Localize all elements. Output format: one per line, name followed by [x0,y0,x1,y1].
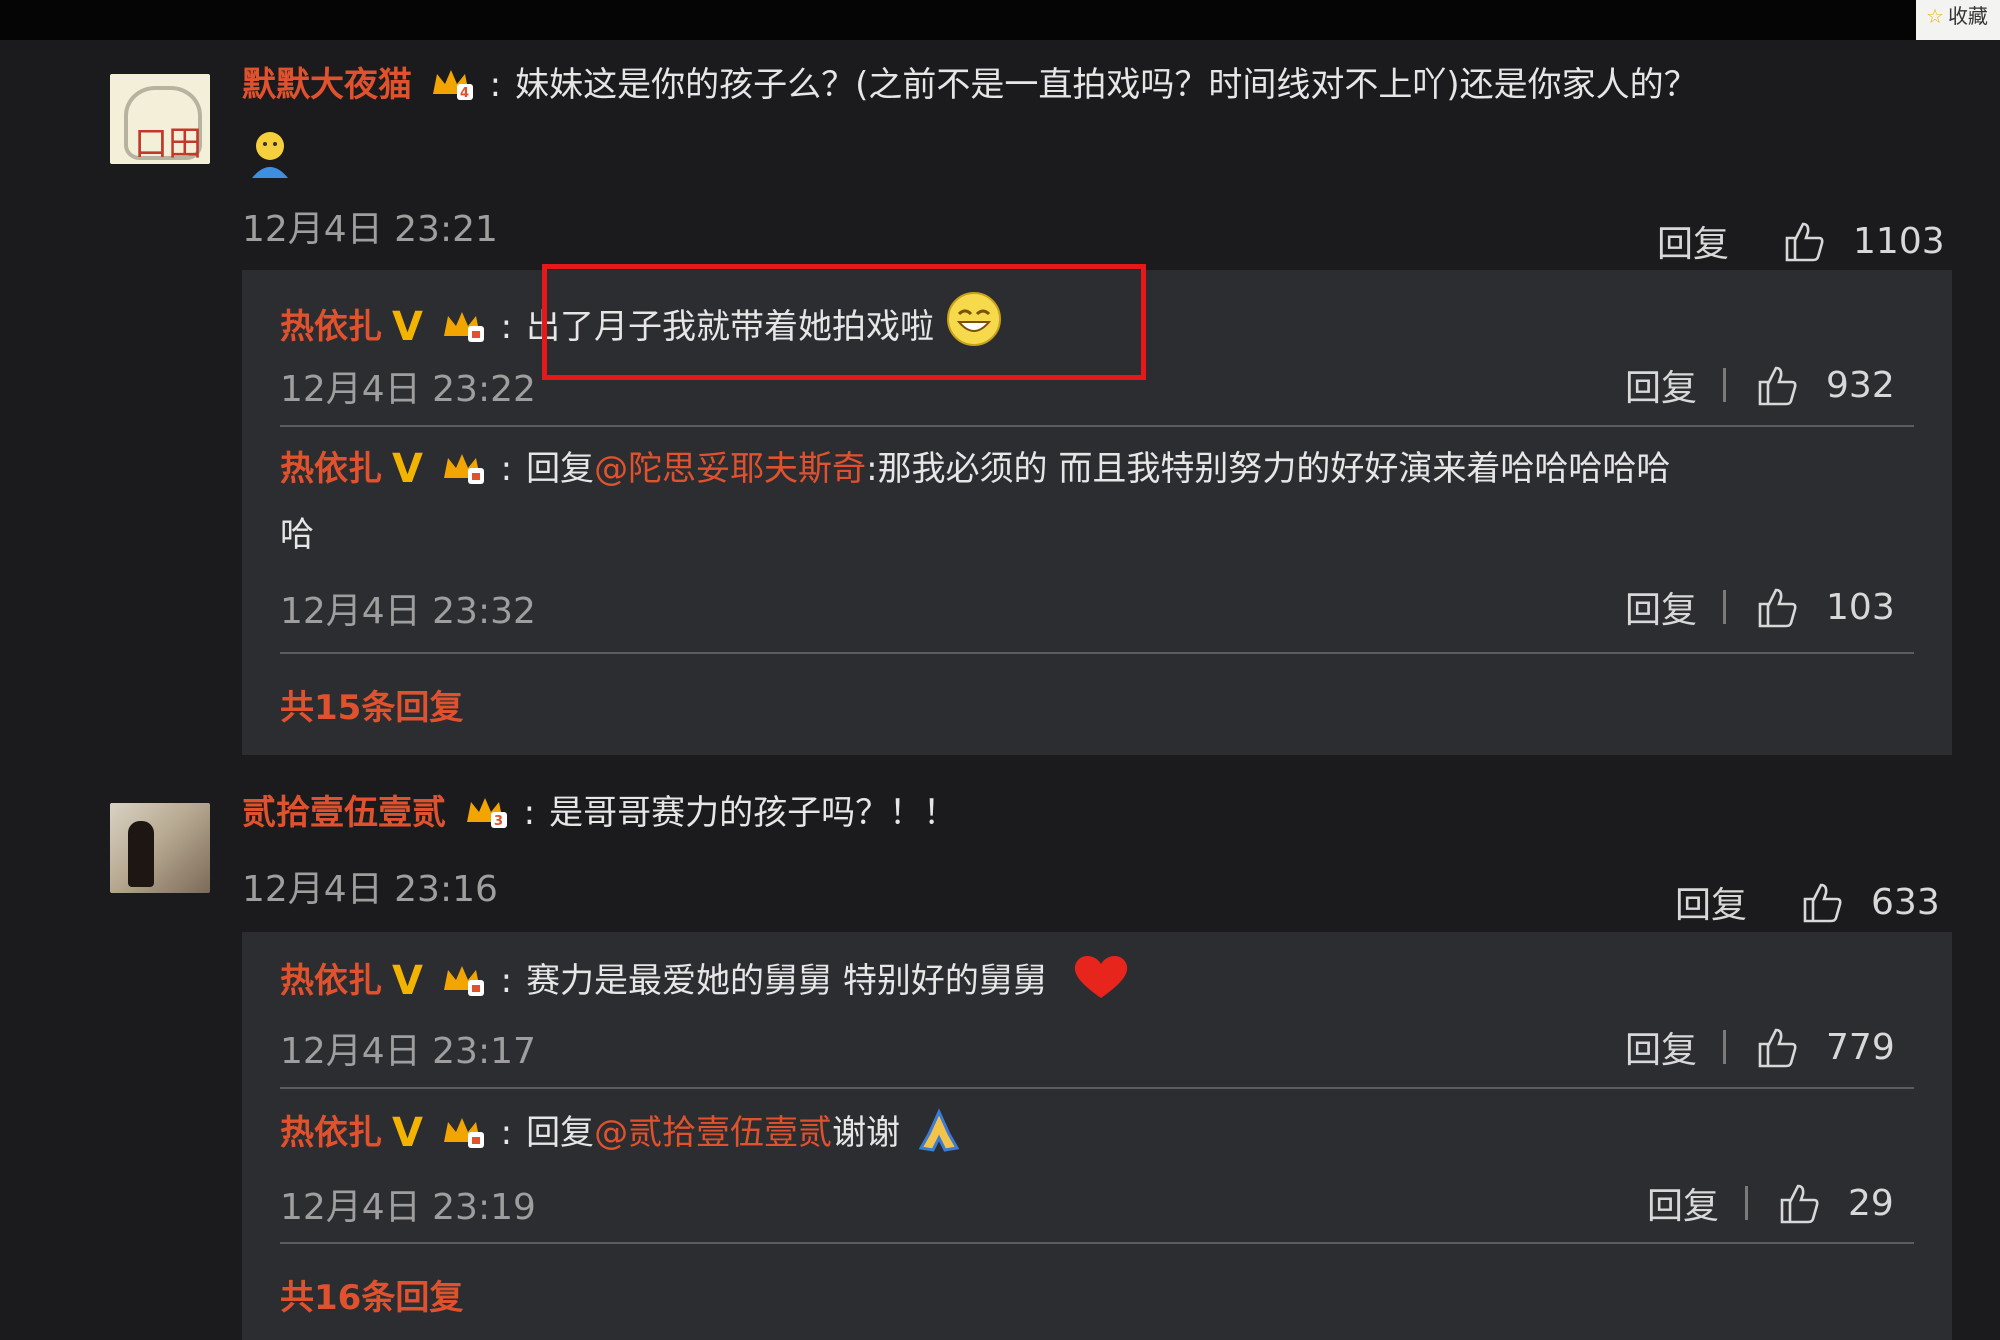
comment-username[interactable]: 默默大夜猫 [242,65,412,105]
avatar-figure [128,821,154,887]
like-count: 1103 [1853,220,1945,262]
vip-crown-icon [443,966,484,996]
comment-username[interactable]: 贰拾壹伍壹贰 [242,793,446,833]
thumbs-up-icon[interactable] [1799,879,1845,925]
svg-text:4: 4 [460,86,469,101]
separator-colon: : [489,65,502,105]
reply-timestamp: 12月4日 23:32 [280,591,536,632]
verified-badge: V [392,304,423,350]
reply-text: 谢谢 [832,1113,901,1153]
separator-colon: : [500,1113,513,1153]
reply-timestamp: 12月4日 23:19 [280,1187,536,1228]
reply-button[interactable]: 回复 [1625,1021,1697,1073]
reply-actions: 回复 29 [1647,1177,1894,1229]
action-separator [1723,368,1727,402]
avatar[interactable] [110,803,210,893]
mention-link[interactable]: @贰拾壹伍壹贰 [594,1113,832,1153]
reply-button[interactable]: 回复 [1647,1177,1719,1229]
verified-badge: V [392,446,423,492]
browser-top-bar: ☆ 收藏 [0,0,2000,40]
avatar[interactable]: 口田 [110,74,210,164]
reply-prefix: 回复 [526,1113,595,1153]
verified-badge: V [392,958,423,1004]
comment-text: 妹妹这是你的孩子么？(之前不是一直拍戏吗？时间线对不上吖)还是你家人的？ [515,65,1698,105]
reply-button[interactable]: 回复 [1675,876,1747,928]
divider [280,1242,1914,1244]
person-emoji [242,126,298,186]
comment-timestamp: 12月4日 23:21 [242,209,498,250]
vip-crown-icon [443,454,484,484]
reply-timestamp: 12月4日 23:17 [280,1031,536,1072]
reply-thread: 热依扎 V : 赛力是最爱她的舅舅 特别好的舅舅 12月4日 23:17 回复 77… [242,932,1952,1340]
like-count: 29 [1848,1182,1894,1224]
like-count: 103 [1826,586,1895,628]
reply-line: 热依扎 V : 回复@陀思妥耶夫斯奇:那我必须的 而且我特别努力的好好演来着哈哈哈哈… [280,446,1670,492]
reply-username[interactable]: 热依扎 [280,307,382,347]
reply-button[interactable]: 回复 [1625,359,1697,411]
separator-colon: : [523,793,536,833]
avatar-text: 口田 [134,124,202,164]
comment-timestamp: 12月4日 23:16 [242,869,498,910]
vip-crown-icon: 3 [466,798,507,829]
reply-actions: 回复 779 [1625,1021,1895,1073]
reply-thread: 热依扎 V : 出了月子我就带着她拍戏啦 12月4日 23:22 回复 932 热依… [242,264,1952,755]
pray-emoji [918,1108,960,1152]
thumbs-up-icon[interactable] [1781,218,1827,264]
reply-actions: 回复 103 [1625,581,1895,633]
thumbs-up-icon[interactable] [1776,1180,1822,1226]
like-count: 932 [1826,364,1895,406]
reply-timestamp: 12月4日 23:22 [280,369,536,410]
reply-text-continued: 哈 [280,515,314,555]
separator-colon: : [500,307,513,347]
comment-actions: 回复 633 [1675,876,1940,928]
star-icon: ☆ [1926,4,1944,28]
action-separator [1723,1030,1727,1064]
bookmark-label: 收藏 [1947,4,1988,28]
divider [280,1087,1914,1089]
comment-section: 口田 默默大夜猫 4 : 妹妹这是你的孩子么？(之前不是一直拍戏吗？时间线对不上吖… [0,40,2000,1340]
view-all-replies-link[interactable]: 共15条回复 [280,680,463,729]
like-count: 633 [1871,881,1940,923]
separator-colon: : [500,961,513,1001]
highlight-box [542,264,1146,380]
svg-text:3: 3 [494,814,503,829]
like-count: 779 [1826,1026,1895,1068]
vip-crown-icon [443,312,484,342]
reply-text: :那我必须的 而且我特别努力的好好演来着哈哈哈哈哈 [866,449,1671,489]
reply-actions: 回复 932 [1625,359,1895,411]
comment-text: 是哥哥赛力的孩子吗？！！ [549,793,958,833]
heart-emoji [1074,955,1127,998]
comment-line: 贰拾壹伍壹贰 3 : 是哥哥赛力的孩子吗？！！ [242,790,957,836]
reply-line: 热依扎 V : 赛力是最爱她的舅舅 特别好的舅舅 [280,952,1132,1004]
view-all-replies-link[interactable]: 共16条回复 [280,1270,463,1319]
divider [280,652,1914,654]
vip-crown-icon: 4 [432,70,473,101]
comment-actions: 回复 1103 [1657,215,1945,267]
reply-prefix: 回复 [526,449,595,489]
action-separator [1723,590,1727,624]
reply-text-wrap: 哈 [280,512,314,558]
reply-button[interactable]: 回复 [1625,581,1697,633]
reply-username[interactable]: 热依扎 [280,1113,382,1153]
reply-text: 赛力是最爱她的舅舅 特别好的舅舅 [526,961,1047,1001]
reply-line: 热依扎 V : 回复@贰拾壹伍壹贰谢谢 [280,1108,963,1156]
bookmark-button[interactable]: ☆ 收藏 [1916,0,2000,40]
thumbs-up-icon[interactable] [1754,1024,1800,1070]
reply-username[interactable]: 热依扎 [280,961,382,1001]
thumbs-up-icon[interactable] [1754,362,1800,408]
verified-badge: V [392,1110,423,1156]
separator-colon: : [500,449,513,489]
reply-button[interactable]: 回复 [1657,215,1729,267]
mention-link[interactable]: @陀思妥耶夫斯奇 [594,449,866,489]
vip-crown-icon [443,1118,484,1148]
action-separator [1745,1186,1749,1220]
thumbs-up-icon[interactable] [1754,584,1800,630]
reply-username[interactable]: 热依扎 [280,449,382,489]
comment-line: 默默大夜猫 4 : 妹妹这是你的孩子么？(之前不是一直拍戏吗？时间线对不上吖)还是… [242,62,1698,108]
divider [280,425,1914,427]
